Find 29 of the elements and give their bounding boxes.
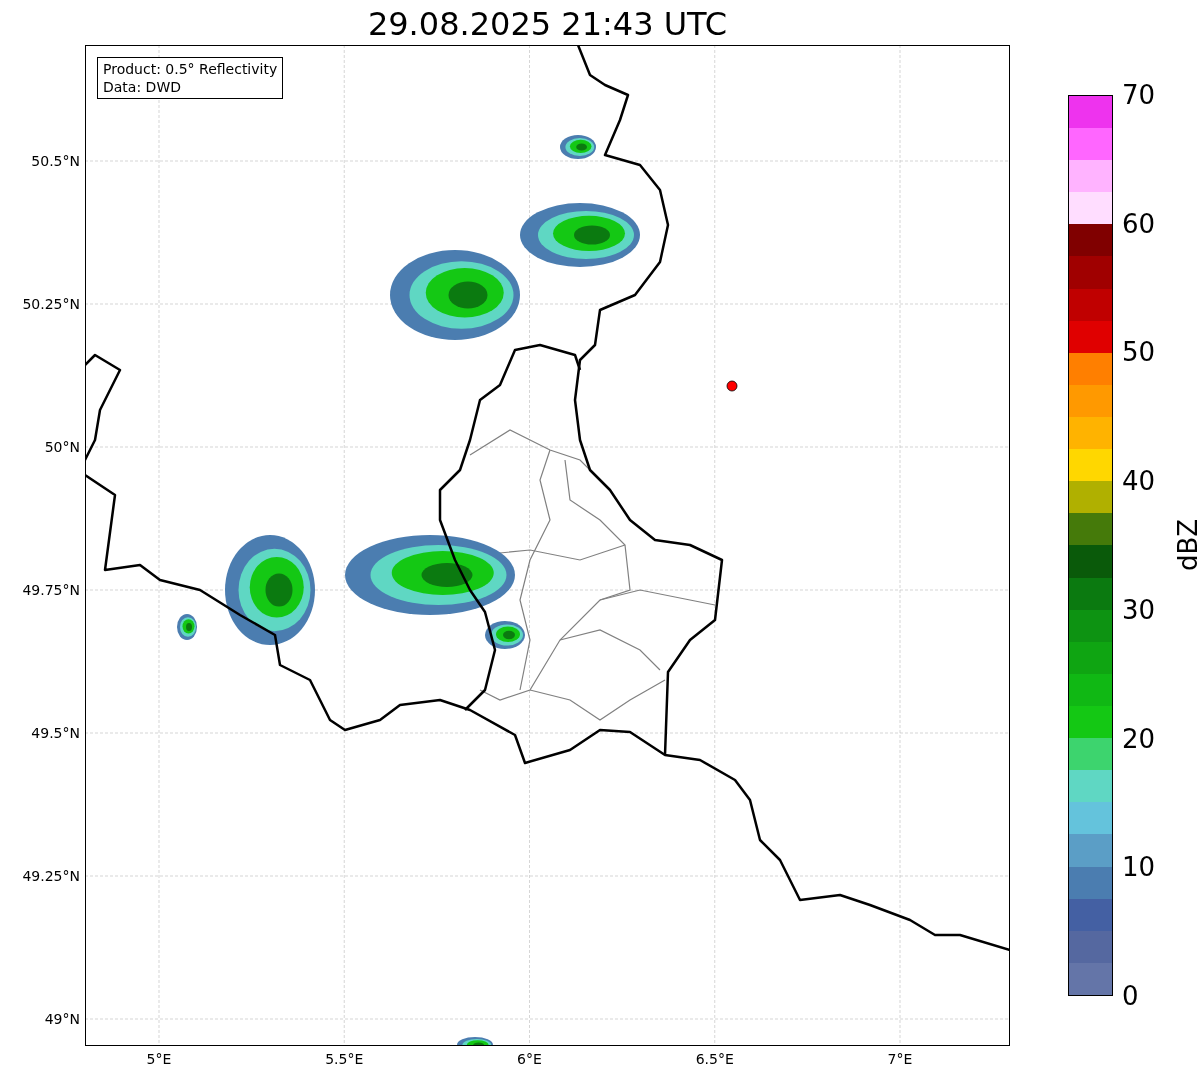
location-marker — [726, 380, 738, 392]
latitude-label: 49.25°N — [22, 867, 80, 885]
latitude-label: 50.5°N — [31, 152, 80, 170]
colorbar-label: 40 — [1122, 466, 1156, 497]
latitude-label: 49.5°N — [31, 724, 80, 742]
info-text: Product: 0.5° Reflectivity — [103, 60, 278, 78]
longitude-label: 6°E — [516, 1050, 543, 1068]
longitude-label: 5°E — [145, 1050, 173, 1068]
colorbar-title: dBZ — [1173, 518, 1202, 572]
chart-title: 29.08.2025 21:43 UTC — [366, 4, 729, 44]
radar-echo — [457, 1037, 493, 1046]
longitude-label: 6.5°E — [694, 1050, 735, 1068]
latitude-label: 50.25°N — [22, 295, 80, 313]
radar-echo — [560, 135, 596, 159]
colorbar-label: 60 — [1122, 208, 1156, 239]
latitude-label: 50°N — [44, 438, 80, 456]
colorbar-label: 20 — [1122, 723, 1156, 754]
radar-echo — [177, 614, 197, 640]
colorbar-label: 50 — [1122, 337, 1156, 368]
radar-echo — [485, 621, 525, 649]
colorbar-label: 0 — [1122, 981, 1139, 1011]
longitude-label: 5.5°E — [324, 1050, 365, 1068]
longitude-label: 7°E — [886, 1050, 914, 1068]
latitude-label: 49.75°N — [22, 581, 80, 599]
info-text: Data: DWD — [103, 78, 182, 96]
colorbar-label: 30 — [1122, 594, 1156, 625]
latitude-label: 49°N — [44, 1010, 80, 1028]
colorbar-label: 70 — [1122, 80, 1156, 110]
colorbar-label: 10 — [1122, 852, 1156, 883]
